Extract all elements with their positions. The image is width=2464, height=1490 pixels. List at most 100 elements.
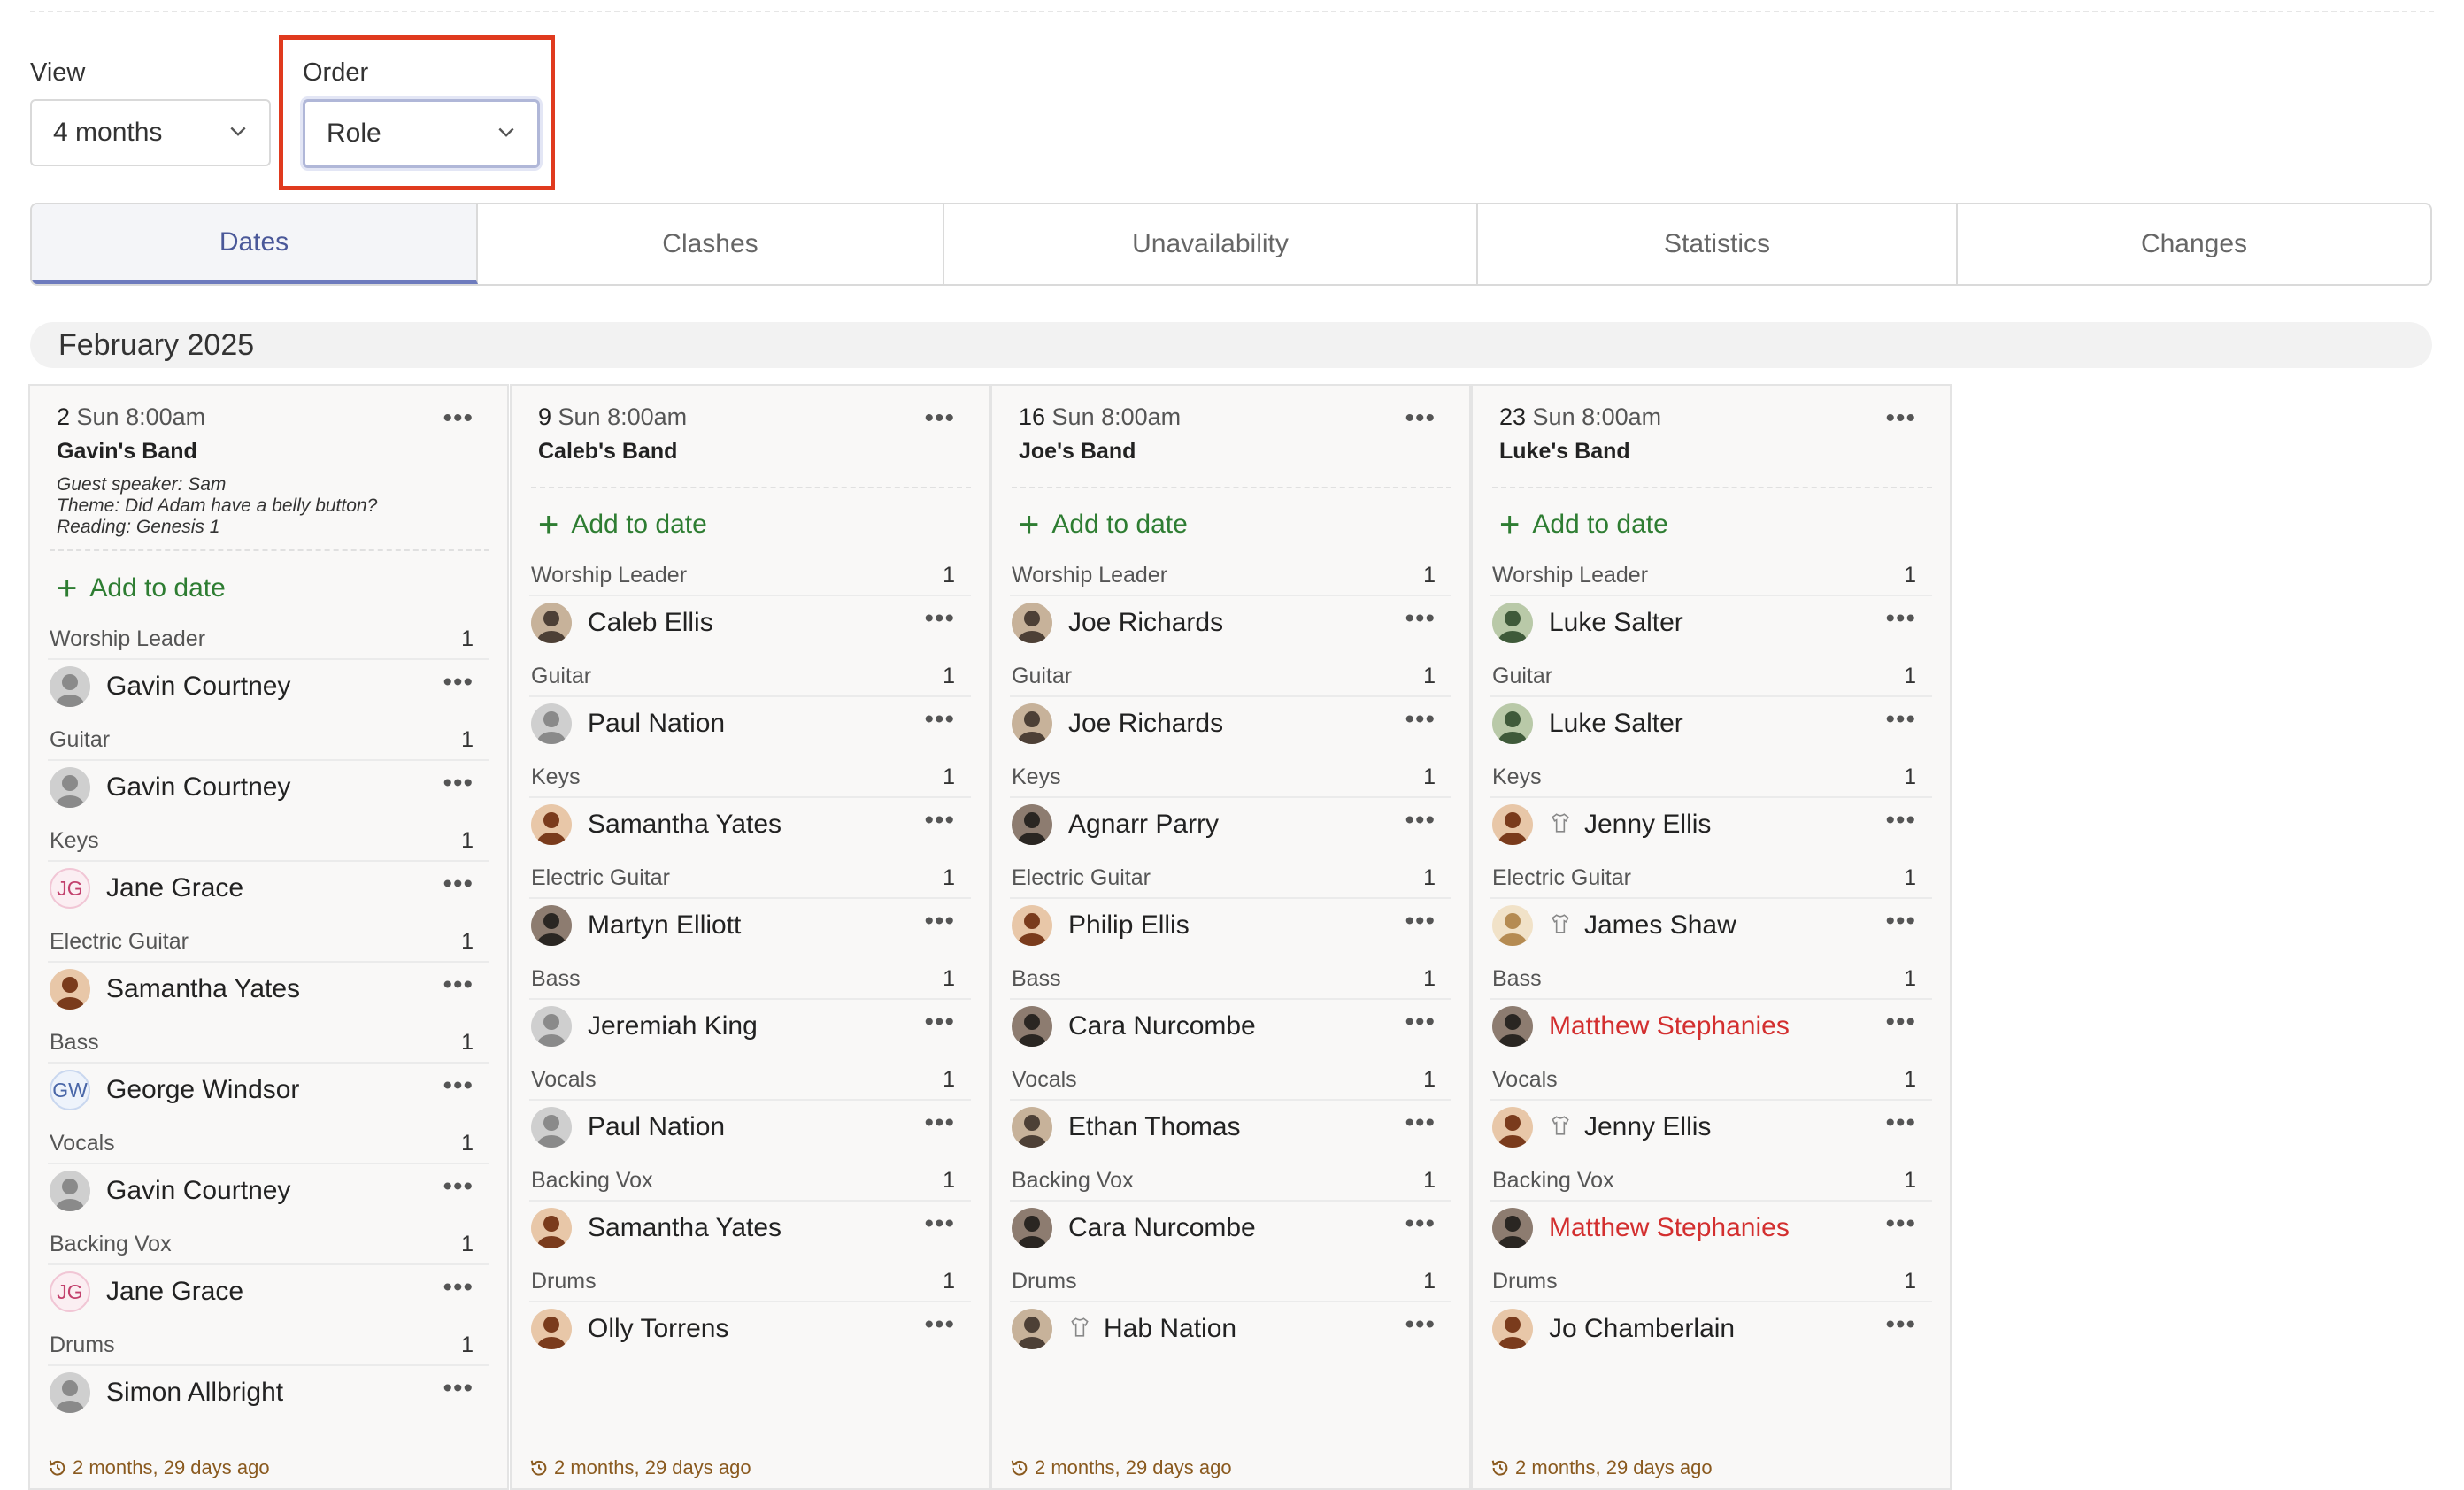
add-to-date-button[interactable]: + Add to date	[1499, 507, 1668, 542]
more-icon[interactable]: •••	[1405, 1008, 1436, 1037]
assigned-person[interactable]: JG Jane Grace •••	[48, 1267, 489, 1317]
person-menu-button[interactable]: •••	[924, 1311, 955, 1338]
person-name[interactable]: Paul Nation	[588, 709, 725, 739]
more-icon[interactable]: •••	[1405, 705, 1436, 734]
person-name[interactable]: Gavin Courtney	[106, 772, 290, 803]
add-to-date-button[interactable]: + Add to date	[538, 507, 707, 542]
more-icon[interactable]: •••	[1885, 604, 1916, 634]
add-to-date-button[interactable]: + Add to date	[57, 571, 226, 606]
assigned-person[interactable]: Matthew Stephanies •••	[1490, 1203, 1932, 1253]
person-menu-button[interactable]: •••	[1885, 1110, 1916, 1136]
person-name[interactable]: Jeremiah King	[588, 1011, 758, 1041]
more-icon[interactable]: •••	[1405, 403, 1436, 433]
person-menu-button[interactable]: •••	[924, 807, 955, 833]
tab-clashes[interactable]: Clashes	[478, 204, 944, 284]
more-icon[interactable]: •••	[1885, 1210, 1916, 1239]
tab-unavailability[interactable]: Unavailability	[944, 204, 1478, 284]
person-name[interactable]: Gavin Courtney	[106, 1176, 290, 1206]
person-menu-button[interactable]: •••	[1405, 1009, 1436, 1035]
person-menu-button[interactable]: •••	[924, 1210, 955, 1237]
more-icon[interactable]: •••	[1405, 1310, 1436, 1340]
assigned-person[interactable]: GW George Windsor •••	[48, 1065, 489, 1115]
person-menu-button[interactable]: •••	[443, 1274, 474, 1301]
person-menu-button[interactable]: •••	[1885, 1311, 1916, 1338]
more-icon[interactable]: •••	[1405, 604, 1436, 634]
tab-dates[interactable]: Dates	[32, 204, 478, 284]
assigned-person[interactable]: Gavin Courtney •••	[48, 1166, 489, 1216]
assigned-person[interactable]: Jo Chamberlain •••	[1490, 1304, 1932, 1354]
more-icon[interactable]: •••	[443, 769, 474, 798]
person-menu-button[interactable]: •••	[1885, 605, 1916, 632]
person-menu-button[interactable]: •••	[924, 605, 955, 632]
assigned-person[interactable]: Joe Richards •••	[1010, 699, 1451, 749]
person-name[interactable]: Jo Chamberlain	[1549, 1314, 1735, 1344]
person-menu-button[interactable]: •••	[1405, 1311, 1436, 1338]
more-icon[interactable]: •••	[1885, 403, 1916, 433]
more-icon[interactable]: •••	[1885, 907, 1916, 936]
more-icon[interactable]: •••	[1885, 1109, 1916, 1138]
assigned-person[interactable]: Joe Richards •••	[1010, 598, 1451, 648]
more-icon[interactable]: •••	[443, 1172, 474, 1202]
person-name[interactable]: Jane Grace	[106, 1277, 243, 1307]
person-name[interactable]: Samantha Yates	[588, 1213, 782, 1243]
assigned-person[interactable]: Luke Salter •••	[1490, 699, 1932, 749]
person-name[interactable]: Paul Nation	[588, 1112, 725, 1142]
person-menu-button[interactable]: •••	[443, 770, 474, 796]
assigned-person[interactable]: Samantha Yates •••	[48, 964, 489, 1014]
person-menu-button[interactable]: •••	[1405, 1110, 1436, 1136]
person-menu-button[interactable]: •••	[443, 972, 474, 998]
assigned-person[interactable]: Luke Salter •••	[1490, 598, 1932, 648]
person-menu-button[interactable]: •••	[1405, 908, 1436, 934]
person-name[interactable]: Olly Torrens	[588, 1314, 729, 1344]
person-name[interactable]: Matthew Stephanies	[1549, 1011, 1790, 1041]
person-name[interactable]: Agnarr Parry	[1068, 810, 1219, 840]
assigned-person[interactable]: Cara Nurcombe •••	[1010, 1002, 1451, 1051]
assigned-person[interactable]: Simon Allbright •••	[48, 1368, 489, 1417]
more-icon[interactable]: •••	[924, 1109, 955, 1138]
person-menu-button[interactable]: •••	[1885, 807, 1916, 833]
more-icon[interactable]: •••	[924, 604, 955, 634]
assigned-person[interactable]: Jeremiah King •••	[529, 1002, 971, 1051]
more-icon[interactable]: •••	[443, 971, 474, 1000]
person-name[interactable]: Simon Allbright	[106, 1378, 283, 1408]
add-to-date-button[interactable]: + Add to date	[1019, 507, 1188, 542]
person-name[interactable]: Joe Richards	[1068, 709, 1223, 739]
person-name[interactable]: Martyn Elliott	[588, 910, 741, 941]
more-icon[interactable]: •••	[924, 1310, 955, 1340]
person-name[interactable]: Cara Nurcombe	[1068, 1011, 1256, 1041]
person-name[interactable]: Ethan Thomas	[1068, 1112, 1241, 1142]
more-icon[interactable]: •••	[1885, 705, 1916, 734]
person-menu-button[interactable]: •••	[1405, 807, 1436, 833]
person-menu-button[interactable]: •••	[924, 706, 955, 733]
person-name[interactable]: Matthew Stephanies	[1549, 1213, 1790, 1243]
person-name[interactable]: George Windsor	[106, 1075, 299, 1105]
more-icon[interactable]: •••	[924, 1210, 955, 1239]
more-icon[interactable]: •••	[1405, 907, 1436, 936]
assigned-person[interactable]: Gavin Courtney •••	[48, 662, 489, 711]
column-menu-button[interactable]: •••	[1885, 405, 1916, 432]
person-menu-button[interactable]: •••	[443, 669, 474, 695]
tab-statistics[interactable]: Statistics	[1478, 204, 1958, 284]
more-icon[interactable]: •••	[443, 668, 474, 697]
assigned-person[interactable]: James Shaw •••	[1490, 901, 1932, 950]
assigned-person[interactable]: Olly Torrens •••	[529, 1304, 971, 1354]
person-name[interactable]: Joe Richards	[1068, 608, 1223, 638]
assigned-person[interactable]: Paul Nation •••	[529, 1102, 971, 1152]
view-select[interactable]: 4 months	[30, 99, 271, 166]
person-menu-button[interactable]: •••	[443, 1072, 474, 1099]
more-icon[interactable]: •••	[924, 705, 955, 734]
more-icon[interactable]: •••	[443, 1374, 474, 1403]
person-name[interactable]: Jenny Ellis	[1584, 1112, 1711, 1142]
more-icon[interactable]: •••	[1405, 1210, 1436, 1239]
assigned-person[interactable]: Agnarr Parry •••	[1010, 800, 1451, 849]
assigned-person[interactable]: JG Jane Grace •••	[48, 864, 489, 913]
person-name[interactable]: Luke Salter	[1549, 608, 1683, 638]
column-menu-button[interactable]: •••	[443, 405, 474, 432]
assigned-person[interactable]: Gavin Courtney •••	[48, 763, 489, 812]
assigned-person[interactable]: Paul Nation •••	[529, 699, 971, 749]
more-icon[interactable]: •••	[924, 403, 955, 433]
more-icon[interactable]: •••	[1885, 1008, 1916, 1037]
person-name[interactable]: Samantha Yates	[106, 974, 300, 1004]
more-icon[interactable]: •••	[924, 806, 955, 835]
more-icon[interactable]: •••	[1405, 1109, 1436, 1138]
